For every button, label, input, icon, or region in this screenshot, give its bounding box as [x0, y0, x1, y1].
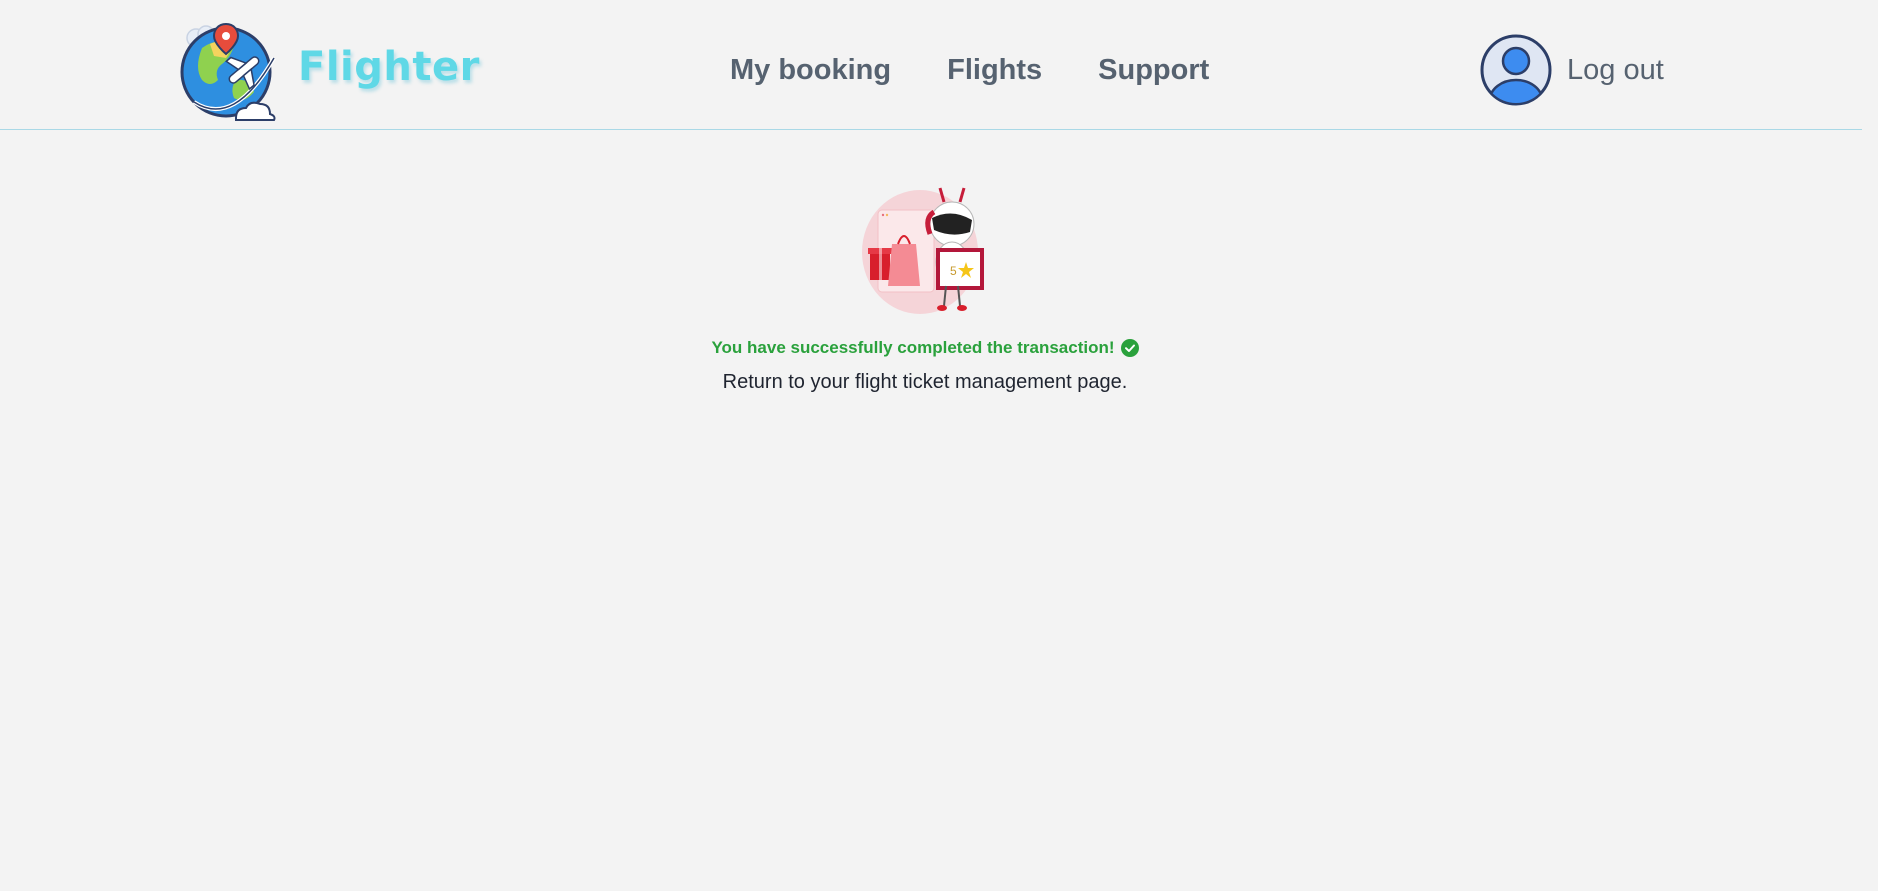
main-nav: My booking Flights Support	[730, 54, 1209, 87]
nav-my-booking[interactable]: My booking	[730, 54, 891, 87]
user-avatar-icon[interactable]	[1480, 34, 1552, 106]
success-text: You have successfully completed the tran…	[711, 338, 1115, 357]
logout-link[interactable]: Log out	[1567, 54, 1664, 87]
rating-number: 5	[950, 264, 957, 278]
top-header: Flighter My booking Flights Support Log …	[0, 0, 1862, 130]
nav-support[interactable]: Support	[1098, 54, 1209, 87]
main-content: 5 You have successfully completed the tr…	[0, 130, 1850, 394]
user-area: Log out	[1480, 34, 1664, 106]
success-illustration: 5	[862, 187, 984, 314]
success-message: You have successfully completed the tran…	[711, 338, 1139, 358]
check-circle-icon	[1120, 339, 1139, 357]
brand-logo-link[interactable]: Flighter	[174, 18, 480, 124]
nav-flights[interactable]: Flights	[947, 54, 1042, 87]
brand-name: Flighter	[298, 44, 480, 90]
return-message: Return to your flight ticket management …	[722, 371, 1128, 393]
globe-plane-logo-icon	[180, 22, 276, 121]
